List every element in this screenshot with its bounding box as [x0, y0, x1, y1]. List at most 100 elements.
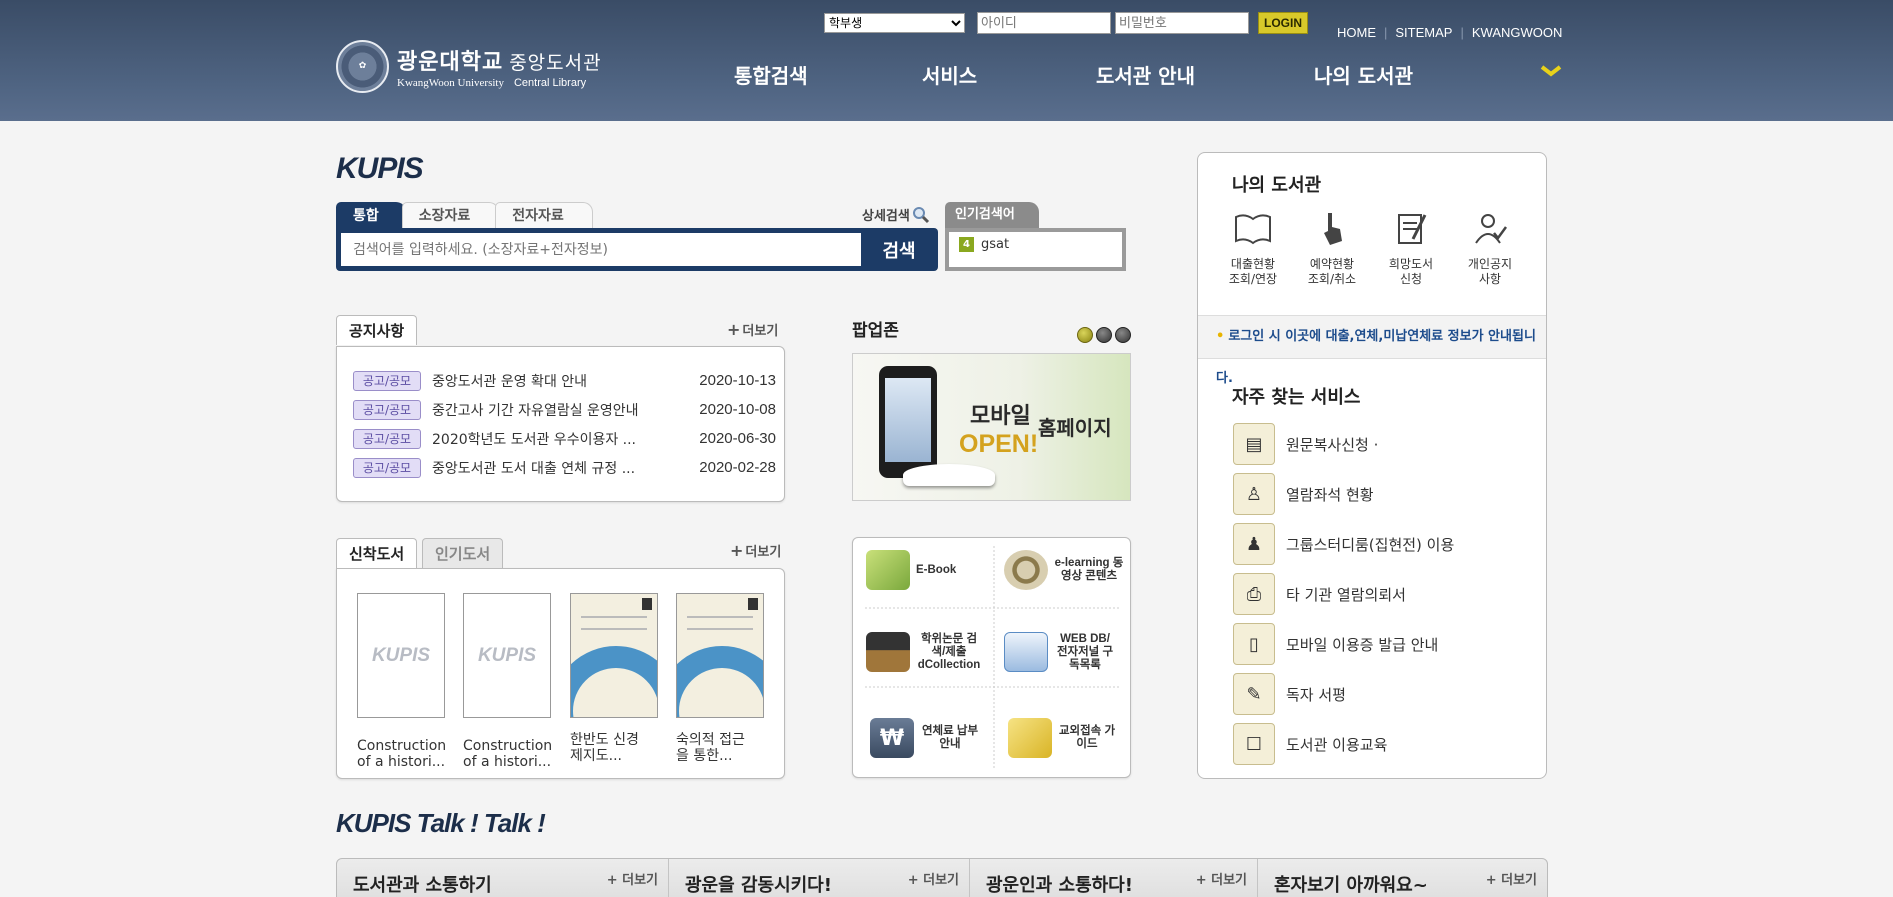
utility-links: HOME | SITEMAP | KWANGWOON	[1337, 25, 1562, 40]
freq-item-document-copy[interactable]: ▤ 원문복사신청 ·	[1233, 419, 1454, 469]
tab-new-books[interactable]: 신착도서	[336, 538, 418, 568]
talk-column-inspire[interactable]: 광운을 감동시키다! + 더보기	[669, 859, 970, 897]
logo-english: KwangWoon University Central Library	[397, 76, 587, 89]
personal-notice-button[interactable]: 개인공지 사항	[1457, 211, 1523, 287]
user-type-select[interactable]: 학부생	[824, 13, 965, 33]
book-card[interactable]: KUPIS Construction of a histori...	[463, 593, 559, 770]
category-badge: 공고/공모	[353, 399, 421, 420]
search-button[interactable]: 검색	[866, 233, 932, 266]
freq-item-other-library[interactable]: ⎙ 타 기관 열람의뢰서	[1233, 569, 1454, 619]
tab-notice[interactable]: 공지사항	[336, 315, 418, 345]
talk-column-library[interactable]: 도서관과 소통하기 + 더보기	[337, 859, 669, 897]
notice-row[interactable]: 공고/공모 중앙도서관 운영 확대 안내 2020-10-13	[353, 366, 776, 395]
ebook-label: E-Book	[916, 563, 957, 576]
talk-more-link[interactable]: + 더보기	[1196, 869, 1247, 888]
request-book-button[interactable]: 희망도서 신청	[1378, 211, 1444, 287]
book-title[interactable]: 숙의적 접근 을 통한...	[676, 732, 772, 764]
notice-title[interactable]: 중앙도서관 도서 대출 연체 규정 ...	[432, 458, 686, 478]
nav-library-info[interactable]: 도서관 안내	[1096, 60, 1314, 89]
freq-item-mobile-card[interactable]: ▯ 모바일 이용증 발급 안내	[1233, 619, 1454, 669]
book-title[interactable]: 한반도 신경 제지도...	[570, 732, 666, 764]
documents-icon: ▤	[1233, 423, 1275, 465]
home-link[interactable]: HOME	[1337, 25, 1376, 40]
nav-my-library[interactable]: 나의 도서관	[1314, 60, 1514, 89]
remote-access-service[interactable]: 교외접속 가이드	[1008, 698, 1133, 778]
advanced-search-link[interactable]: 상세검색	[862, 205, 930, 224]
talk-column-communicate[interactable]: 광운인과 소통하다! + 더보기	[970, 859, 1258, 897]
talk-more-link[interactable]: + 더보기	[607, 869, 658, 888]
webdb-service[interactable]: WEB DB/ 전자저널 구독목록	[1004, 612, 1129, 692]
notice-title[interactable]: 중앙도서관 운영 확대 안내	[432, 371, 686, 391]
talk-more-link[interactable]: + 더보기	[908, 869, 959, 888]
library-logo[interactable]: ✿ 광운대학교 중앙도서관 KwangWoon University Central…	[336, 38, 602, 94]
carousel-dot-active[interactable]	[1077, 327, 1093, 343]
freq-item-study-room[interactable]: ♟ 그룹스터디룸(집현전) 이용	[1233, 519, 1454, 569]
ebook-service[interactable]: E-Book	[866, 530, 991, 610]
kwangwoon-link[interactable]: KWANGWOON	[1472, 25, 1563, 40]
frequent-services-list: ▤ 원문복사신청 · ♙ 열람좌석 현황 ♟ 그룹스터디룸(집현전) 이용 ⎙ …	[1233, 419, 1454, 769]
notice-row[interactable]: 공고/공모 중앙도서관 도서 대출 연체 규정 ... 2020-02-28	[353, 453, 776, 482]
dcollection-service[interactable]: 학위논문 검색/제출 dCollection	[866, 612, 991, 692]
fine-payment-service[interactable]: ₩ 연체료 납부 안내	[870, 698, 995, 778]
notice-row[interactable]: 공고/공모 중간고사 기간 자유열람실 운영안내 2020-10-08	[353, 395, 776, 424]
graduation-cap-icon	[866, 632, 910, 672]
popular-keyword-item[interactable]: 4 gsat	[959, 237, 1009, 252]
book-title[interactable]: Construction of a histori...	[357, 738, 453, 770]
nav-services[interactable]: 서비스	[922, 60, 1096, 89]
divider: |	[1384, 25, 1388, 40]
search-tabs: 통합 소장자료 전자자료	[336, 202, 593, 228]
tab-popular-books[interactable]: 인기도서	[422, 538, 504, 568]
mobile-homepage-banner[interactable]: 모바일 홈페이지 OPEN!	[852, 353, 1131, 501]
logo-korean: 광운대학교 중앙도서관	[397, 48, 602, 75]
tab-electronic[interactable]: 전자자료	[495, 202, 593, 228]
search-box: 검색	[336, 228, 938, 271]
kupis-title: KUPIS	[336, 152, 424, 185]
notice-title[interactable]: 중간고사 기간 자유열람실 운영안내	[432, 400, 686, 420]
tab-holdings[interactable]: 소장자료	[401, 202, 500, 228]
book-card[interactable]: 숙의적 접근 을 통한...	[676, 593, 772, 764]
popup-zone-title: 팝업존	[852, 321, 899, 341]
loan-status-button[interactable]: 대출현황 조회/연장	[1220, 211, 1286, 287]
freq-item-book-review[interactable]: ✎ 독자 서평	[1233, 669, 1454, 719]
notice-date: 2020-10-13	[699, 372, 776, 389]
book-title[interactable]: Construction of a histori...	[463, 738, 559, 770]
book-cover-placeholder[interactable]: KUPIS	[357, 593, 445, 718]
book-card[interactable]: KUPIS Construction of a histori...	[357, 593, 453, 770]
nav-integrated-search[interactable]: 통합검색	[734, 60, 922, 89]
freq-item-seat-status[interactable]: ♙ 열람좌석 현황	[1233, 469, 1454, 519]
fine-payment-label: 연체료 납부 안내	[921, 725, 979, 750]
book-cover-image[interactable]	[676, 593, 764, 718]
password-input[interactable]	[1115, 12, 1249, 34]
new-books-more-link[interactable]: + 더보기	[730, 541, 781, 560]
ebook-icon	[866, 550, 910, 590]
film-reel-icon	[1004, 550, 1048, 590]
reading-person-icon: ♙	[1233, 473, 1275, 515]
notice-row[interactable]: 공고/공모 2020학년도 도서관 우수이용자 ... 2020-06-30	[353, 424, 776, 453]
book-cover-image[interactable]	[570, 593, 658, 718]
talk-more-link[interactable]: + 더보기	[1486, 869, 1537, 888]
reservation-status-button[interactable]: 예약현황 조회/취소	[1299, 211, 1365, 287]
search-input[interactable]	[341, 233, 861, 266]
login-button[interactable]: LOGIN	[1258, 12, 1308, 34]
notice-more-link[interactable]: + 더보기	[727, 320, 778, 339]
dcollection-label: 학위논문 검색/제출 dCollection	[917, 632, 981, 671]
book-cover-placeholder[interactable]: KUPIS	[463, 593, 551, 718]
magnifier-icon	[912, 206, 929, 223]
advanced-search-label: 상세검색	[862, 209, 910, 224]
guide-icon	[1008, 718, 1052, 758]
tab-integrated[interactable]: 통합	[336, 202, 406, 228]
carousel-dot[interactable]	[1096, 327, 1112, 343]
talk-column-share[interactable]: 혼자보기 아까워요~ + 더보기	[1258, 859, 1547, 897]
elearning-service[interactable]: e-learning 동영상 콘텐츠	[1004, 530, 1129, 610]
freq-item-user-education[interactable]: ☐ 도서관 이용교육	[1233, 719, 1454, 769]
book-card[interactable]: 한반도 신경 제지도...	[570, 593, 666, 764]
menu-expand-chevron-icon[interactable]	[1540, 64, 1562, 80]
notice-date: 2020-10-08	[699, 401, 776, 418]
sitemap-link[interactable]: SITEMAP	[1395, 25, 1452, 40]
notice-title[interactable]: 2020학년도 도서관 우수이용자 ...	[432, 429, 686, 449]
id-input[interactable]	[977, 12, 1111, 34]
presentation-icon: ☐	[1233, 723, 1275, 765]
won-receipt-icon: ₩	[870, 718, 914, 758]
carousel-dot[interactable]	[1115, 327, 1131, 343]
talk-tabs: 도서관과 소통하기 + 더보기 광운을 감동시키다! + 더보기 광운인과 소통하다…	[336, 858, 1548, 897]
